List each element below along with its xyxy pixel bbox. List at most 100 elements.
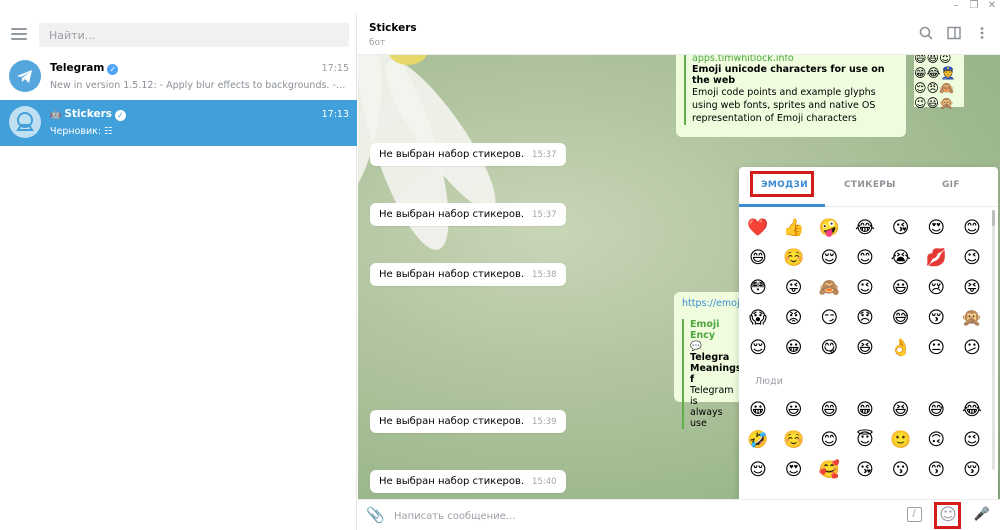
link-site: Emoji Ency (690, 319, 720, 341)
emoji[interactable]: 😋 (818, 337, 840, 359)
microphone-icon[interactable]: 🎤 (972, 505, 992, 525)
emoji[interactable]: 🙂 (890, 429, 912, 451)
emoji[interactable]: ☺️ (783, 247, 805, 269)
emoji[interactable]: 😍 (783, 459, 805, 481)
emoji[interactable]: 😚 (925, 307, 947, 329)
emoji[interactable]: 😀 (783, 337, 805, 359)
emoji[interactable]: 😚 (961, 459, 983, 481)
minimize-button[interactable]: – (948, 0, 964, 14)
telegram-avatar (9, 60, 41, 92)
emoji[interactable]: ❤️ (747, 217, 769, 239)
message-input[interactable] (394, 506, 694, 526)
emoji[interactable]: 😞 (854, 307, 876, 329)
emoji[interactable]: 😘 (854, 459, 876, 481)
emoji[interactable]: 😌 (747, 459, 769, 481)
emoji[interactable]: 😊 (818, 429, 840, 451)
emoji[interactable]: 😡 (783, 307, 805, 329)
emoji[interactable]: 😝 (961, 277, 983, 299)
emoji[interactable]: 😗 (890, 459, 912, 481)
message-bubble[interactable]: Не выбран набор стикеров. 15:39 (370, 410, 566, 433)
emoji[interactable]: 🙃 (925, 429, 947, 451)
window-titlebar: – ❐ ✕ (0, 0, 1000, 14)
highlight-box (750, 171, 814, 197)
emoji[interactable]: 😀 (747, 399, 769, 421)
section-label-people: Люди (755, 376, 783, 387)
chat-name: 🤖 Stickers ✓ (50, 108, 126, 121)
emoji[interactable]: 😙 (925, 459, 947, 481)
emoji[interactable]: 😅 (890, 307, 912, 329)
emoji[interactable]: 😌 (747, 337, 769, 359)
emoji[interactable]: 😅 (925, 399, 947, 421)
emoji[interactable]: 😏 (818, 307, 840, 329)
message-area[interactable]: Не выбран набор стикеров. 15:37 Не выбран… (358, 55, 1000, 499)
emoji[interactable]: 😌 (818, 247, 840, 269)
emoji[interactable]: 😃 (890, 277, 912, 299)
emoji[interactable]: 😕 (961, 337, 983, 359)
emoji[interactable]: 😄 (818, 399, 840, 421)
emoji[interactable]: 😂 (961, 399, 983, 421)
emoji[interactable]: 🤣 (747, 429, 769, 451)
emoji[interactable]: 😆 (854, 337, 876, 359)
emoji[interactable]: 👌 (890, 337, 912, 359)
search-input[interactable] (39, 23, 349, 47)
message-link[interactable]: https://emoji (682, 298, 742, 309)
emoji[interactable]: ☺️ (783, 429, 805, 451)
message-bubble[interactable]: Не выбран набор стикеров. 15:38 (370, 263, 566, 286)
emoji[interactable]: 😊 (961, 217, 983, 239)
emoji[interactable]: 😊 (854, 247, 876, 269)
attach-icon[interactable]: 📎 (366, 506, 385, 524)
emoji[interactable]: 😍 (925, 217, 947, 239)
emoji[interactable]: 💋 (925, 247, 947, 269)
emoji[interactable]: 🥰 (818, 459, 840, 481)
hamburger-menu-icon[interactable] (11, 28, 27, 42)
emoji[interactable]: 😳 (747, 277, 769, 299)
message-bubble[interactable]: Не выбран набор стикеров. 15:40 (370, 470, 566, 493)
emoji[interactable]: 😱 (747, 307, 769, 329)
link-preview[interactable]: Emoji Ency 💬 Telegra Meanings f Telegram… (682, 319, 742, 429)
search-icon[interactable] (918, 26, 934, 42)
emoji[interactable]: 😉 (854, 277, 876, 299)
chat-item-telegram[interactable]: Telegram ✓ 17:15 New in version 1.5.12: -… (0, 54, 357, 100)
emoji[interactable]: 🙊 (961, 307, 983, 329)
outgoing-message[interactable]: https://emoji Emoji Ency 💬 Telegra Meani… (674, 292, 744, 429)
emoji[interactable]: 🤪 (818, 217, 840, 239)
tab-stickers[interactable]: СТИКЕРЫ (844, 180, 896, 190)
message-bubble[interactable]: Не выбран набор стикеров. 15:37 (370, 203, 566, 226)
emoji[interactable]: 😇 (854, 429, 876, 451)
emoji[interactable]: 🙈 (818, 277, 840, 299)
sidebar-toggle-icon[interactable] (946, 26, 962, 42)
link-preview[interactable]: apps.timwhitlock.info Emoji unicode char… (684, 55, 898, 125)
emoji[interactable]: 😢 (925, 277, 947, 299)
message-bubble[interactable]: Не выбран набор стикеров. 15:37 (370, 143, 566, 166)
close-window-button[interactable]: ✕ (984, 0, 1000, 14)
recent-emoji-grid: ❤️ 👍 🤪 😂 😘 😍 😊 😄 ☺️ 😌 😊 😭 💋 😉 😳 😜 🙈 😉 😃 😢 😝 😱 😡 😏 😞 😅 😚 🙊 😌 😀 😋 😆 👌 😐… (747, 213, 983, 363)
link-site: apps.timwhitlock.info (692, 55, 794, 64)
chat-item-stickers[interactable]: 🤖 Stickers ✓ 17:13 Черновик: ☷ (0, 100, 357, 146)
stickers-avatar (9, 106, 41, 138)
emoji[interactable]: 😭 (890, 247, 912, 269)
chat-preview: New in version 1.5.12: - Apply blur effe… (50, 80, 348, 91)
emoji[interactable]: 😆 (890, 399, 912, 421)
emoji[interactable]: 😐 (925, 337, 947, 359)
chat-time: 17:15 (321, 63, 349, 74)
emoji[interactable]: 😄 (747, 247, 769, 269)
verified-icon: ✓ (115, 110, 126, 121)
emoji[interactable]: 😁 (854, 399, 876, 421)
emoji-scrollbar[interactable] (992, 210, 995, 470)
bot-commands-button[interactable]: / (904, 505, 924, 525)
emoji[interactable]: 😂 (854, 217, 876, 239)
robot-icon (16, 112, 34, 131)
outgoing-message[interactable]: apps.timwhitlock.info Emoji unicode char… (676, 55, 906, 137)
more-menu-icon[interactable] (974, 26, 990, 42)
tab-gif[interactable]: GIF (942, 180, 960, 190)
highlight-box (934, 502, 961, 529)
emoji[interactable]: 😉 (961, 247, 983, 269)
emoji[interactable]: 😜 (783, 277, 805, 299)
chat-title[interactable]: Stickers (369, 22, 417, 34)
active-tab-indicator (739, 204, 825, 207)
emoji[interactable]: 😉 (961, 429, 983, 451)
emoji[interactable]: 😃 (783, 399, 805, 421)
emoji[interactable]: 👍 (783, 217, 805, 239)
restore-button[interactable]: ❐ (966, 0, 982, 14)
emoji[interactable]: 😘 (890, 217, 912, 239)
